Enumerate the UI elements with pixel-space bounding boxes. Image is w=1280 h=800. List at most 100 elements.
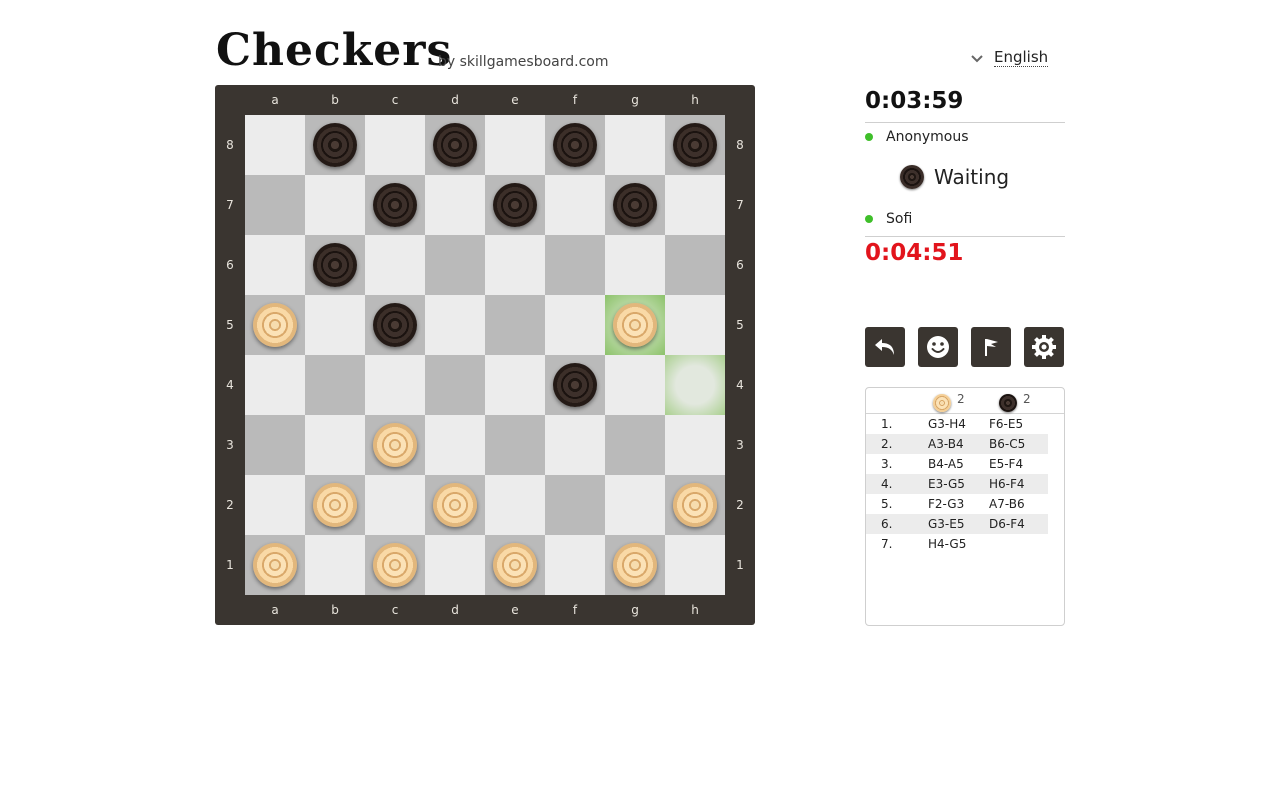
square-c2[interactable] bbox=[365, 475, 425, 535]
square-b6[interactable] bbox=[305, 235, 365, 295]
square-h4[interactable] bbox=[665, 355, 725, 415]
square-h5[interactable] bbox=[665, 295, 725, 355]
white-checker-piece[interactable] bbox=[373, 423, 417, 467]
square-h1[interactable] bbox=[665, 535, 725, 595]
square-a3[interactable] bbox=[245, 415, 305, 475]
square-g8[interactable] bbox=[605, 115, 665, 175]
square-e3[interactable] bbox=[485, 415, 545, 475]
black-checker-piece[interactable] bbox=[553, 123, 597, 167]
square-h6[interactable] bbox=[665, 235, 725, 295]
square-f5[interactable] bbox=[545, 295, 605, 355]
square-d4[interactable] bbox=[425, 355, 485, 415]
square-c8[interactable] bbox=[365, 115, 425, 175]
square-a7[interactable] bbox=[245, 175, 305, 235]
square-d6[interactable] bbox=[425, 235, 485, 295]
language-selector[interactable]: English bbox=[970, 48, 1049, 67]
white-move: A3-B4 bbox=[928, 437, 964, 451]
white-checker-piece[interactable] bbox=[493, 543, 537, 587]
square-b7[interactable] bbox=[305, 175, 365, 235]
square-d5[interactable] bbox=[425, 295, 485, 355]
square-a4[interactable] bbox=[245, 355, 305, 415]
file-label: g bbox=[631, 603, 639, 617]
square-g5[interactable] bbox=[605, 295, 665, 355]
square-c6[interactable] bbox=[365, 235, 425, 295]
square-a6[interactable] bbox=[245, 235, 305, 295]
square-e6[interactable] bbox=[485, 235, 545, 295]
square-h8[interactable] bbox=[665, 115, 725, 175]
square-d2[interactable] bbox=[425, 475, 485, 535]
square-b8[interactable] bbox=[305, 115, 365, 175]
square-g3[interactable] bbox=[605, 415, 665, 475]
white-checker-piece[interactable] bbox=[613, 543, 657, 587]
square-d8[interactable] bbox=[425, 115, 485, 175]
white-checker-piece[interactable] bbox=[313, 483, 357, 527]
checkers-board: a a b b c c d d e e f f g g h h 8 8 7 7 6 6 5 5 4 4 3 3 2 2 1 1 bbox=[215, 85, 755, 625]
black-checker-piece[interactable] bbox=[313, 243, 357, 287]
square-b3[interactable] bbox=[305, 415, 365, 475]
white-checker-piece[interactable] bbox=[613, 303, 657, 347]
black-checker-piece[interactable] bbox=[553, 363, 597, 407]
byline[interactable]: by skillgamesboard.com bbox=[438, 54, 608, 70]
square-b4[interactable] bbox=[305, 355, 365, 415]
black-checker-piece[interactable] bbox=[673, 123, 717, 167]
square-f6[interactable] bbox=[545, 235, 605, 295]
square-e2[interactable] bbox=[485, 475, 545, 535]
black-checker-piece[interactable] bbox=[313, 123, 357, 167]
black-checker-piece[interactable] bbox=[373, 303, 417, 347]
square-g6[interactable] bbox=[605, 235, 665, 295]
settings-button[interactable] bbox=[1024, 327, 1064, 367]
square-g7[interactable] bbox=[605, 175, 665, 235]
resign-button[interactable] bbox=[971, 327, 1011, 367]
emoji-button[interactable] bbox=[918, 327, 958, 367]
language-label[interactable]: English bbox=[994, 48, 1049, 67]
square-d3[interactable] bbox=[425, 415, 485, 475]
white-checker-piece[interactable] bbox=[253, 303, 297, 347]
square-c3[interactable] bbox=[365, 415, 425, 475]
square-e4[interactable] bbox=[485, 355, 545, 415]
square-f3[interactable] bbox=[545, 415, 605, 475]
square-a2[interactable] bbox=[245, 475, 305, 535]
square-c4[interactable] bbox=[365, 355, 425, 415]
square-e5[interactable] bbox=[485, 295, 545, 355]
black-move: A7-B6 bbox=[989, 497, 1025, 511]
white-checker-piece[interactable] bbox=[433, 483, 477, 527]
square-g4[interactable] bbox=[605, 355, 665, 415]
square-g2[interactable] bbox=[605, 475, 665, 535]
square-h2[interactable] bbox=[665, 475, 725, 535]
black-piece-icon bbox=[999, 394, 1017, 412]
square-f4[interactable] bbox=[545, 355, 605, 415]
square-d1[interactable] bbox=[425, 535, 485, 595]
square-a5[interactable] bbox=[245, 295, 305, 355]
black-checker-piece[interactable] bbox=[373, 183, 417, 227]
black-checker-piece[interactable] bbox=[493, 183, 537, 227]
square-e8[interactable] bbox=[485, 115, 545, 175]
white-checker-piece[interactable] bbox=[253, 543, 297, 587]
white-checker-piece[interactable] bbox=[373, 543, 417, 587]
move-history-panel[interactable]: 2 2 1. G3-H4 F6-E5 2. A3-B4 B6-C5 3. B4-A5 E5-F4… bbox=[865, 387, 1065, 626]
undo-button[interactable] bbox=[865, 327, 905, 367]
square-d7[interactable] bbox=[425, 175, 485, 235]
square-f2[interactable] bbox=[545, 475, 605, 535]
square-g1[interactable] bbox=[605, 535, 665, 595]
square-h3[interactable] bbox=[665, 415, 725, 475]
square-f7[interactable] bbox=[545, 175, 605, 235]
rank-label: 4 bbox=[736, 378, 744, 392]
black-checker-piece[interactable] bbox=[433, 123, 477, 167]
white-checker-piece[interactable] bbox=[673, 483, 717, 527]
square-a8[interactable] bbox=[245, 115, 305, 175]
board-grid bbox=[245, 115, 725, 595]
square-h7[interactable] bbox=[665, 175, 725, 235]
square-b5[interactable] bbox=[305, 295, 365, 355]
square-e1[interactable] bbox=[485, 535, 545, 595]
square-e7[interactable] bbox=[485, 175, 545, 235]
square-b1[interactable] bbox=[305, 535, 365, 595]
square-c5[interactable] bbox=[365, 295, 425, 355]
square-c7[interactable] bbox=[365, 175, 425, 235]
square-a1[interactable] bbox=[245, 535, 305, 595]
square-c1[interactable] bbox=[365, 535, 425, 595]
black-checker-piece[interactable] bbox=[613, 183, 657, 227]
square-b2[interactable] bbox=[305, 475, 365, 535]
square-f8[interactable] bbox=[545, 115, 605, 175]
square-f1[interactable] bbox=[545, 535, 605, 595]
undo-icon bbox=[875, 339, 894, 355]
